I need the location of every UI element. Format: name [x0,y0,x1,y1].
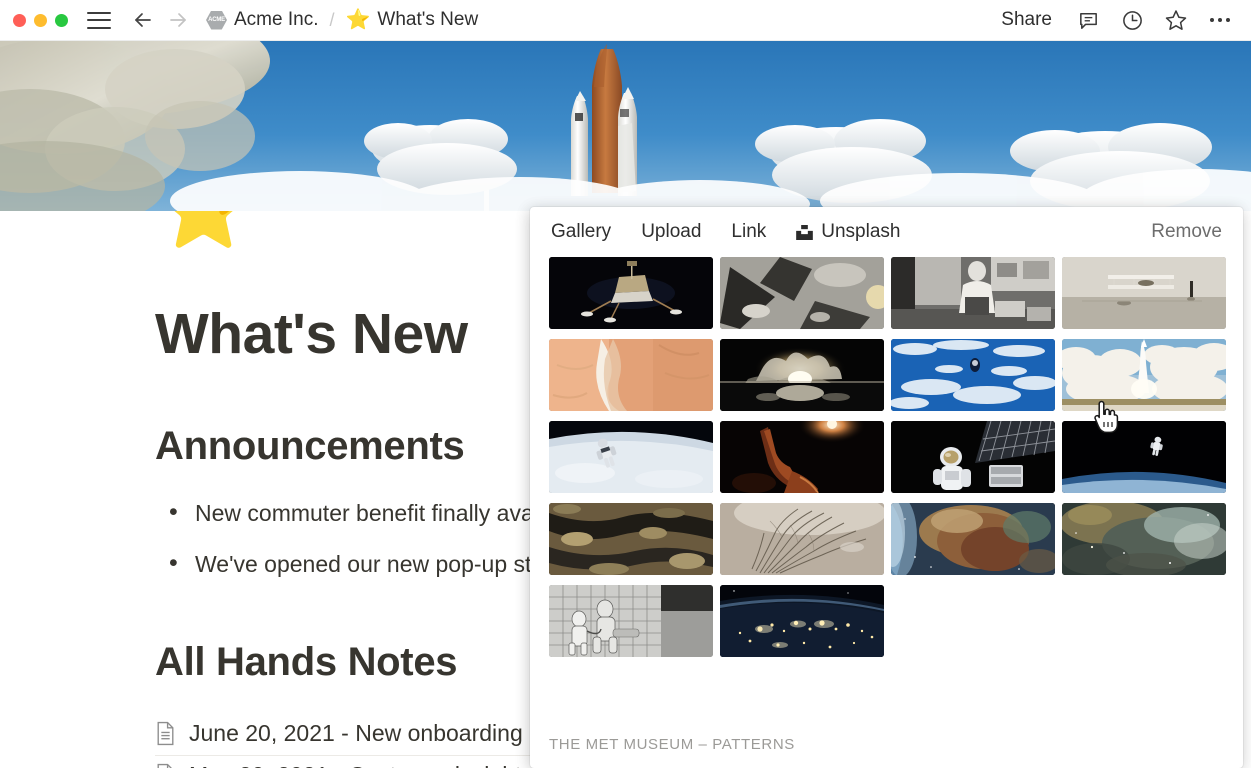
close-window-button[interactable] [13,13,26,27]
breadcrumb: ACME Acme Inc. / ⭐ What's New [203,7,481,33]
favorite-star-icon[interactable] [1163,7,1189,33]
note-label: May 20, 2021 - Customer insights fro [189,762,566,768]
tab-upload-label: Upload [641,221,702,242]
tab-link[interactable]: Link [729,218,768,246]
page-icon-star-emoji[interactable]: ⭐ [155,211,252,247]
maximize-window-button[interactable] [55,13,68,27]
thumbnail-night-launch[interactable] [720,339,884,411]
share-button[interactable]: Share [996,6,1057,34]
acme-logo-text: ACME [208,17,225,23]
thumbnail-earth-from-orbit[interactable] [891,339,1055,411]
titlebar-actions: Share [996,6,1251,34]
thumbnail-moon-surface[interactable] [720,257,884,329]
tab-unsplash-label: Unsplash [821,221,901,242]
window-controls [0,13,68,27]
hamburger-menu-icon[interactable] [87,11,111,29]
unsplash-icon [796,224,814,240]
thumbnail-astronaut-solar-array[interactable] [891,421,1055,493]
picker-footer: THE MET MUSEUM – PATTERNS [530,720,1243,768]
thumbnail-aerial-terrain[interactable] [549,503,713,575]
thumbnail-earth-at-night[interactable] [720,585,884,657]
breadcrumb-separator: / [329,9,335,30]
cover-image-picker-popover: Gallery Upload Link Unsplash Remove THE … [530,207,1243,768]
remove-cover-button[interactable]: Remove [1149,218,1224,246]
tab-gallery[interactable]: Gallery [549,218,613,246]
page-cover-image[interactable] [0,41,1251,211]
history-clock-icon[interactable] [1119,7,1145,33]
thumbnail-wright-flyer[interactable] [1062,257,1226,329]
title-bar: ACME Acme Inc. / ⭐ What's New Share [0,0,1251,41]
thumbnail-river-delta[interactable] [720,503,884,575]
acme-logo-icon: ACME [206,10,227,30]
comment-icon[interactable] [1075,7,1101,33]
thumbnail-lunar-module[interactable] [549,257,713,329]
document-outline-icon [157,763,173,768]
navigation-arrows [129,6,192,34]
more-options-icon[interactable] [1207,7,1233,33]
tab-upload[interactable]: Upload [639,218,703,246]
unsplash-thumbnail-grid [549,257,1226,657]
thumbnail-carina-nebula[interactable] [1062,503,1226,575]
notion-window: ACME Acme Inc. / ⭐ What's New Share What… [0,0,1251,768]
thumbnail-shuttle-launch[interactable] [1062,339,1226,411]
tab-unsplash[interactable]: Unsplash [794,218,902,246]
thumbnail-nebula-earth-limb[interactable] [891,503,1055,575]
thumbnail-mars-terrain[interactable] [549,339,713,411]
page-star-emoji-icon: ⭐ [345,9,371,31]
remove-label: Remove [1151,221,1222,242]
note-label: June 20, 2021 - New onboarding i [189,719,535,746]
breadcrumb-page-label: What's New [377,9,479,30]
picker-tab-bar: Gallery Upload Link Unsplash Remove [530,207,1243,257]
breadcrumb-workspace[interactable]: ACME Acme Inc. [203,7,321,33]
collection-attribution: THE MET MUSEUM – PATTERNS [549,735,795,753]
thumbnail-astronaut-training[interactable] [549,585,713,657]
thumbnail-space-flare[interactable] [720,421,884,493]
tab-gallery-label: Gallery [551,221,612,242]
tab-link-label: Link [731,221,767,242]
cover-artwork [0,41,1251,211]
unsplash-thumbnail-grid-wrapper [530,257,1243,720]
thumbnail-lone-astronaut[interactable] [1062,421,1226,493]
breadcrumb-workspace-label: Acme Inc. [234,9,319,30]
thumbnail-spacewalk[interactable] [549,421,713,493]
document-icon [157,721,174,745]
forward-arrow-icon[interactable] [164,6,192,34]
breadcrumb-page[interactable]: ⭐ What's New [343,7,482,33]
thumbnail-bw-workshop[interactable] [891,257,1055,329]
minimize-window-button[interactable] [34,13,47,27]
back-arrow-icon[interactable] [129,6,157,34]
